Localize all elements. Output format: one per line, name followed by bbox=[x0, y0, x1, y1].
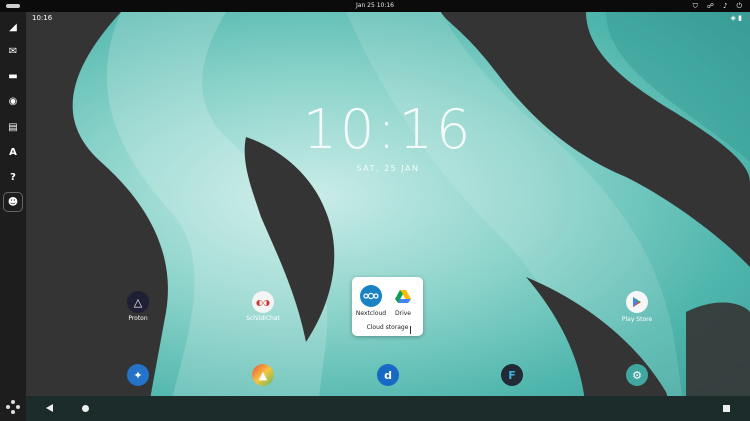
browser-icon: ◢ bbox=[9, 21, 17, 33]
app-compass[interactable]: ✦ bbox=[127, 364, 149, 386]
android-screen[interactable]: 10:16 ◈ ▮ 10:16 SAT, 25 JAN △ Proton ◐◑ … bbox=[26, 12, 750, 421]
home-button[interactable] bbox=[82, 405, 89, 412]
app-play-store[interactable] bbox=[626, 291, 648, 313]
folder-app-label: Nextcloud bbox=[355, 310, 387, 317]
help-icon: ? bbox=[10, 171, 16, 183]
dock-app-help[interactable]: ? bbox=[4, 168, 22, 186]
gear-icon: ⚙ bbox=[632, 368, 642, 382]
volume-icon[interactable]: ♪ bbox=[723, 2, 727, 11]
application-dock: ◢ ✉ ▬ ◉ ▤ A ? ☻ bbox=[0, 12, 26, 421]
shield-icon[interactable]: ⛉ bbox=[693, 2, 698, 11]
system-clock[interactable]: Jan 25 10:16 bbox=[0, 2, 750, 9]
folder-icon: ▬ bbox=[8, 70, 18, 82]
app-dialer[interactable]: d bbox=[377, 364, 399, 386]
network-icon[interactable]: ☍ bbox=[707, 2, 714, 11]
folder-name[interactable]: Cloud storage bbox=[352, 324, 423, 331]
ferdium-icon: F bbox=[508, 368, 516, 382]
proton-icon: △ bbox=[133, 295, 143, 309]
android-navigation-bar bbox=[26, 396, 750, 421]
back-button[interactable] bbox=[46, 404, 53, 412]
system-top-bar: Jan 25 10:16 ⛉ ☍ ♪ ⏻ bbox=[0, 0, 750, 12]
drive-icon bbox=[395, 290, 411, 303]
app-schildichat[interactable]: ◐◑ bbox=[252, 291, 274, 313]
text-cursor-icon bbox=[410, 326, 412, 334]
dock-app-writer[interactable]: ▤ bbox=[4, 118, 22, 136]
folder-app-label: Drive bbox=[395, 310, 411, 317]
home-clock[interactable]: 10:16 bbox=[26, 98, 750, 161]
home-date[interactable]: SAT, 25 JAN bbox=[26, 164, 750, 173]
wallpaper bbox=[26, 12, 750, 421]
dock-app-waydroid[interactable]: ☻ bbox=[3, 192, 23, 212]
dock-app-rhythmbox[interactable]: ◉ bbox=[4, 92, 22, 110]
compass-icon: ✦ bbox=[133, 368, 143, 382]
software-icon: A bbox=[9, 146, 17, 158]
system-tray[interactable]: ⛉ ☍ ♪ ⏻ bbox=[693, 2, 742, 11]
recents-button[interactable] bbox=[723, 405, 730, 412]
folder-cloud-storage[interactable]: Nextcloud Drive Cloud storage bbox=[352, 277, 423, 336]
android-status-icons: ◈ ▮ bbox=[730, 14, 742, 22]
android-icon: ☻ bbox=[7, 196, 19, 208]
music-icon: ◉ bbox=[8, 95, 18, 107]
app-gallery[interactable]: ▲ bbox=[252, 364, 274, 386]
dock-app-browser[interactable]: ◢ bbox=[4, 18, 22, 36]
app-nextcloud[interactable] bbox=[360, 285, 382, 307]
dock-app-mail[interactable]: ✉ bbox=[4, 42, 22, 60]
dialer-icon: d bbox=[384, 368, 392, 382]
app-label: SchildiChat bbox=[246, 315, 280, 322]
document-icon: ▤ bbox=[8, 121, 18, 133]
play-store-icon bbox=[633, 297, 641, 307]
nextcloud-icon bbox=[363, 292, 379, 300]
android-status-time: 10:16 bbox=[32, 14, 53, 22]
app-settings[interactable]: ⚙ bbox=[626, 364, 648, 386]
dock-app-files[interactable]: ▬ bbox=[4, 67, 22, 85]
dock-app-software[interactable]: A bbox=[4, 143, 22, 161]
power-icon[interactable]: ⏻ bbox=[736, 2, 742, 11]
chat-icon: ◐◑ bbox=[256, 297, 270, 307]
app-drive[interactable] bbox=[392, 285, 414, 307]
show-apps-button[interactable] bbox=[6, 400, 20, 414]
app-proton[interactable]: △ bbox=[127, 291, 149, 313]
mail-icon: ✉ bbox=[8, 45, 18, 57]
app-ferdium[interactable]: F bbox=[501, 364, 523, 386]
gallery-icon: ▲ bbox=[258, 368, 268, 382]
app-label: Play Store bbox=[621, 316, 653, 323]
app-label: Proton bbox=[128, 315, 148, 322]
